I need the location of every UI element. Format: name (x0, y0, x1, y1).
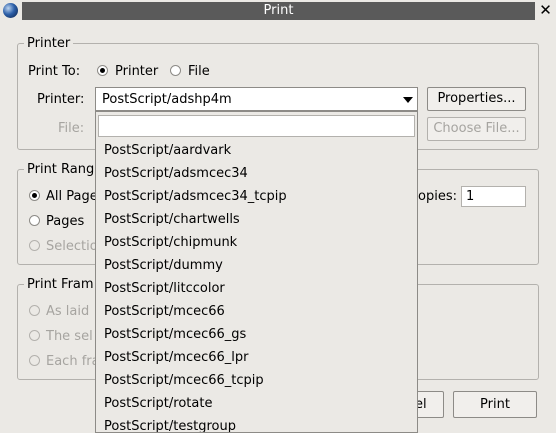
printer-combo[interactable]: PostScript/adshp4m (95, 87, 418, 111)
range-pages-radio[interactable] (29, 215, 40, 226)
dropdown-item[interactable]: PostScript/testgroup (96, 415, 417, 432)
dropdown-item[interactable]: PostScript/mcec66_lpr (96, 346, 417, 369)
copies-input[interactable]: 1 (461, 186, 526, 207)
app-globe-icon[interactable] (3, 3, 18, 18)
frames-each-radio[interactable] (29, 355, 40, 366)
frames-as-laid-label[interactable]: As laid (46, 304, 89, 320)
frames-as-laid-radio[interactable] (29, 305, 40, 316)
dropdown-items: PostScript/aardvark PostScript/adsmcec34 P… (96, 139, 417, 432)
range-selection-radio[interactable] (29, 240, 40, 251)
dropdown-item[interactable]: PostScript/mcec66_gs (96, 323, 417, 346)
frames-selected-label[interactable]: The sel (46, 329, 93, 345)
print-button[interactable]: Print (453, 391, 537, 418)
dropdown-item[interactable]: PostScript/adsmcec34_tcpip (96, 185, 417, 208)
print-range-legend: Print Rang (24, 162, 98, 178)
close-icon[interactable]: ✕ (538, 3, 553, 18)
range-pages-label[interactable]: Pages (46, 214, 84, 230)
printer-combo-value: PostScript/adshp4m (102, 92, 232, 107)
copies-label: opies: (418, 189, 457, 204)
dropdown-item[interactable]: PostScript/aardvark (96, 139, 417, 162)
print-frames-legend: Print Fram (24, 277, 97, 293)
dropdown-filter-input[interactable] (98, 115, 415, 137)
dropdown-item[interactable]: PostScript/chartwells (96, 208, 417, 231)
print-to-printer-label[interactable]: Printer (115, 64, 158, 80)
print-to-file-label[interactable]: File (188, 64, 210, 80)
range-all-label[interactable]: All Page (46, 189, 98, 205)
dropdown-item[interactable]: PostScript/mcec66_tcpip (96, 369, 417, 392)
properties-button[interactable]: Properties... (427, 87, 526, 111)
printer-group-legend: Printer (24, 36, 74, 52)
frames-each-label[interactable]: Each fra (46, 354, 100, 370)
printer-label: Printer: (37, 92, 85, 107)
window-title: Print (22, 2, 535, 20)
print-to-file-radio[interactable] (170, 65, 181, 76)
range-all-radio[interactable] (29, 190, 40, 201)
frames-selected-radio[interactable] (29, 330, 40, 341)
dropdown-item[interactable]: PostScript/mcec66 (96, 300, 417, 323)
choose-file-button[interactable]: Choose File... (427, 117, 526, 141)
dropdown-item[interactable]: PostScript/chipmunk (96, 231, 417, 254)
range-selection-label[interactable]: Selectio (46, 239, 98, 255)
chevron-down-icon[interactable] (403, 97, 413, 103)
print-to-label: Print To: (28, 64, 81, 79)
title-bar[interactable]: Print ✕ (0, 0, 556, 22)
copies-value: 1 (466, 189, 475, 204)
file-label: File: (58, 121, 85, 136)
dropdown-item[interactable]: PostScript/adsmcec34 (96, 162, 417, 185)
print-to-printer-radio[interactable] (97, 65, 108, 76)
dropdown-item[interactable]: PostScript/litccolor (96, 277, 417, 300)
dropdown-item[interactable]: PostScript/rotate (96, 392, 417, 415)
printer-dropdown-list[interactable]: PostScript/aardvark PostScript/adsmcec34 P… (95, 111, 418, 433)
dropdown-item[interactable]: PostScript/dummy (96, 254, 417, 277)
